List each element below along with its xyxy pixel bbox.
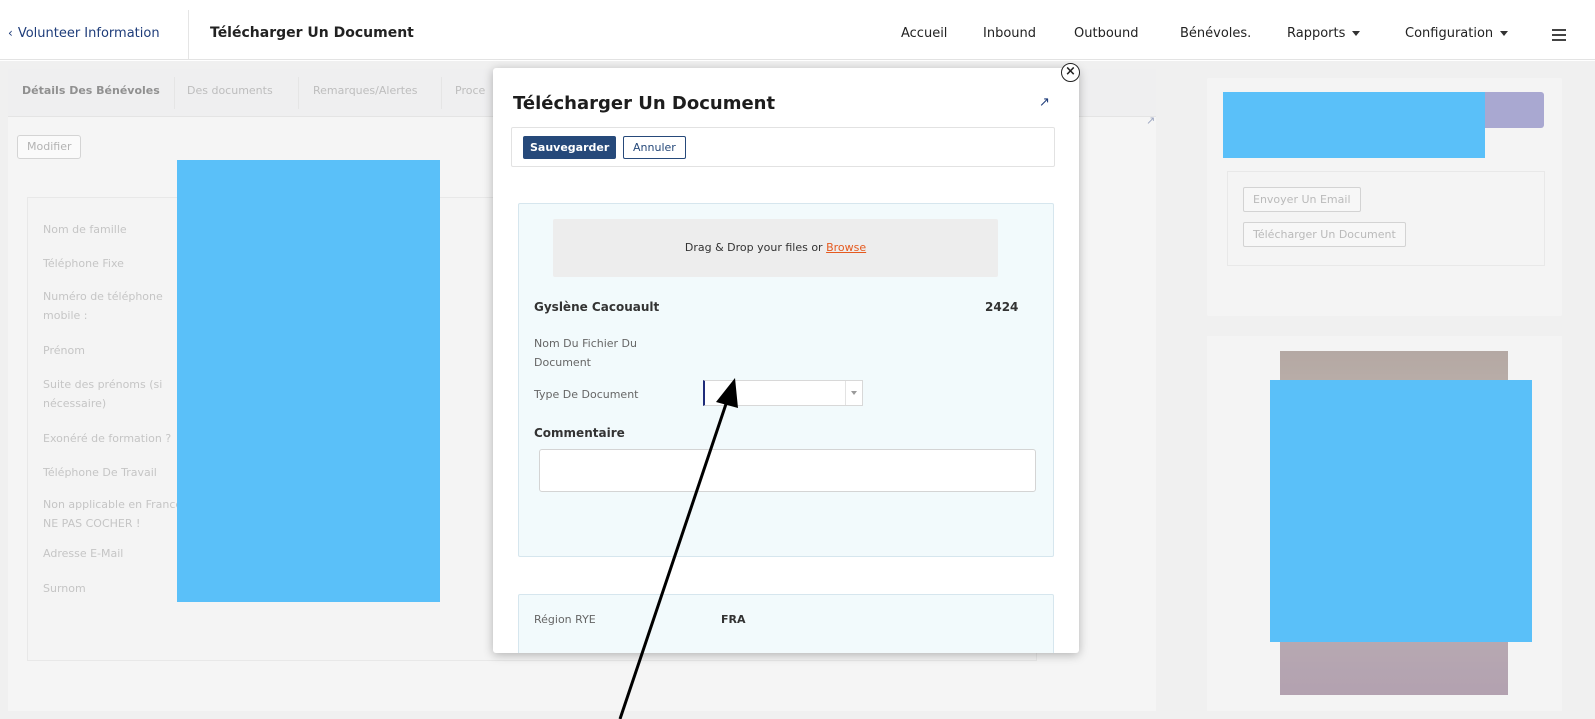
page-title: Télécharger Un Document [210,25,414,41]
back-link[interactable]: ‹ Volunteer Information [8,26,160,41]
save-button[interactable]: Sauvegarder [523,136,617,159]
file-dropzone[interactable]: Drag & Drop your files or Browse [553,219,998,277]
top-navbar: ‹ Volunteer Information Télécharger Un Do… [0,10,1595,60]
caret-down-icon [1352,31,1361,36]
cancel-button[interactable]: Annuler [623,136,686,159]
modal-toolbar: Sauvegarder Annuler [511,127,1055,167]
caret-down-icon [1500,31,1509,36]
nav-item-accueil[interactable]: Accueil [901,26,947,41]
nav-item-rapports[interactable]: Rapports [1287,26,1361,41]
back-link-label: Volunteer Information [17,26,160,41]
region-section: Région RYE FRA [518,594,1054,653]
upload-document-modal: Télécharger Un Document ↗ Sauvegarder An… [493,68,1079,653]
browse-link[interactable]: Browse [826,241,866,254]
nav-item-configuration[interactable]: Configuration [1405,26,1509,41]
file-name-label: Nom Du Fichier Du Document [534,337,637,369]
modal-title: Télécharger Un Document [513,93,776,114]
nav-item-label: Inbound [983,26,1037,41]
nav-item-benevoles[interactable]: Bénévoles. [1180,26,1251,41]
nav-item-outbound[interactable]: Outbound [1074,26,1139,41]
comment-label: Commentaire [534,426,625,440]
region-label: Région RYE [534,613,596,626]
document-type-select[interactable] [703,380,863,406]
nav-item-label: Rapports [1287,26,1346,41]
document-type-label: Type De Document [534,388,639,401]
nav-item-label: Outbound [1074,26,1139,41]
close-modal-icon[interactable]: × [1061,63,1080,82]
upload-form: Drag & Drop your files or Browse Gyslène… [518,203,1054,557]
expand-icon[interactable]: ↗ [1039,95,1050,110]
nav-item-label: Configuration [1405,26,1494,41]
region-value: FRA [721,613,746,626]
navbar-divider [188,10,189,59]
nav-item-inbound[interactable]: Inbound [983,26,1036,41]
volunteer-id: 2424 [985,300,1019,314]
nav-item-label: Accueil [901,26,948,41]
dropdown-arrow-icon [845,381,862,405]
screen: ‹ Volunteer Information Télécharger Un Do… [0,0,1595,719]
dropzone-text: Drag & Drop your files or [684,241,827,254]
hamburger-menu-icon[interactable] [1552,29,1566,41]
comment-textarea[interactable] [539,449,1036,492]
nav-item-label: Bénévoles. [1180,26,1252,41]
chevron-left-icon: ‹ [8,26,13,40]
volunteer-name: Gyslène Cacouault [534,300,660,314]
